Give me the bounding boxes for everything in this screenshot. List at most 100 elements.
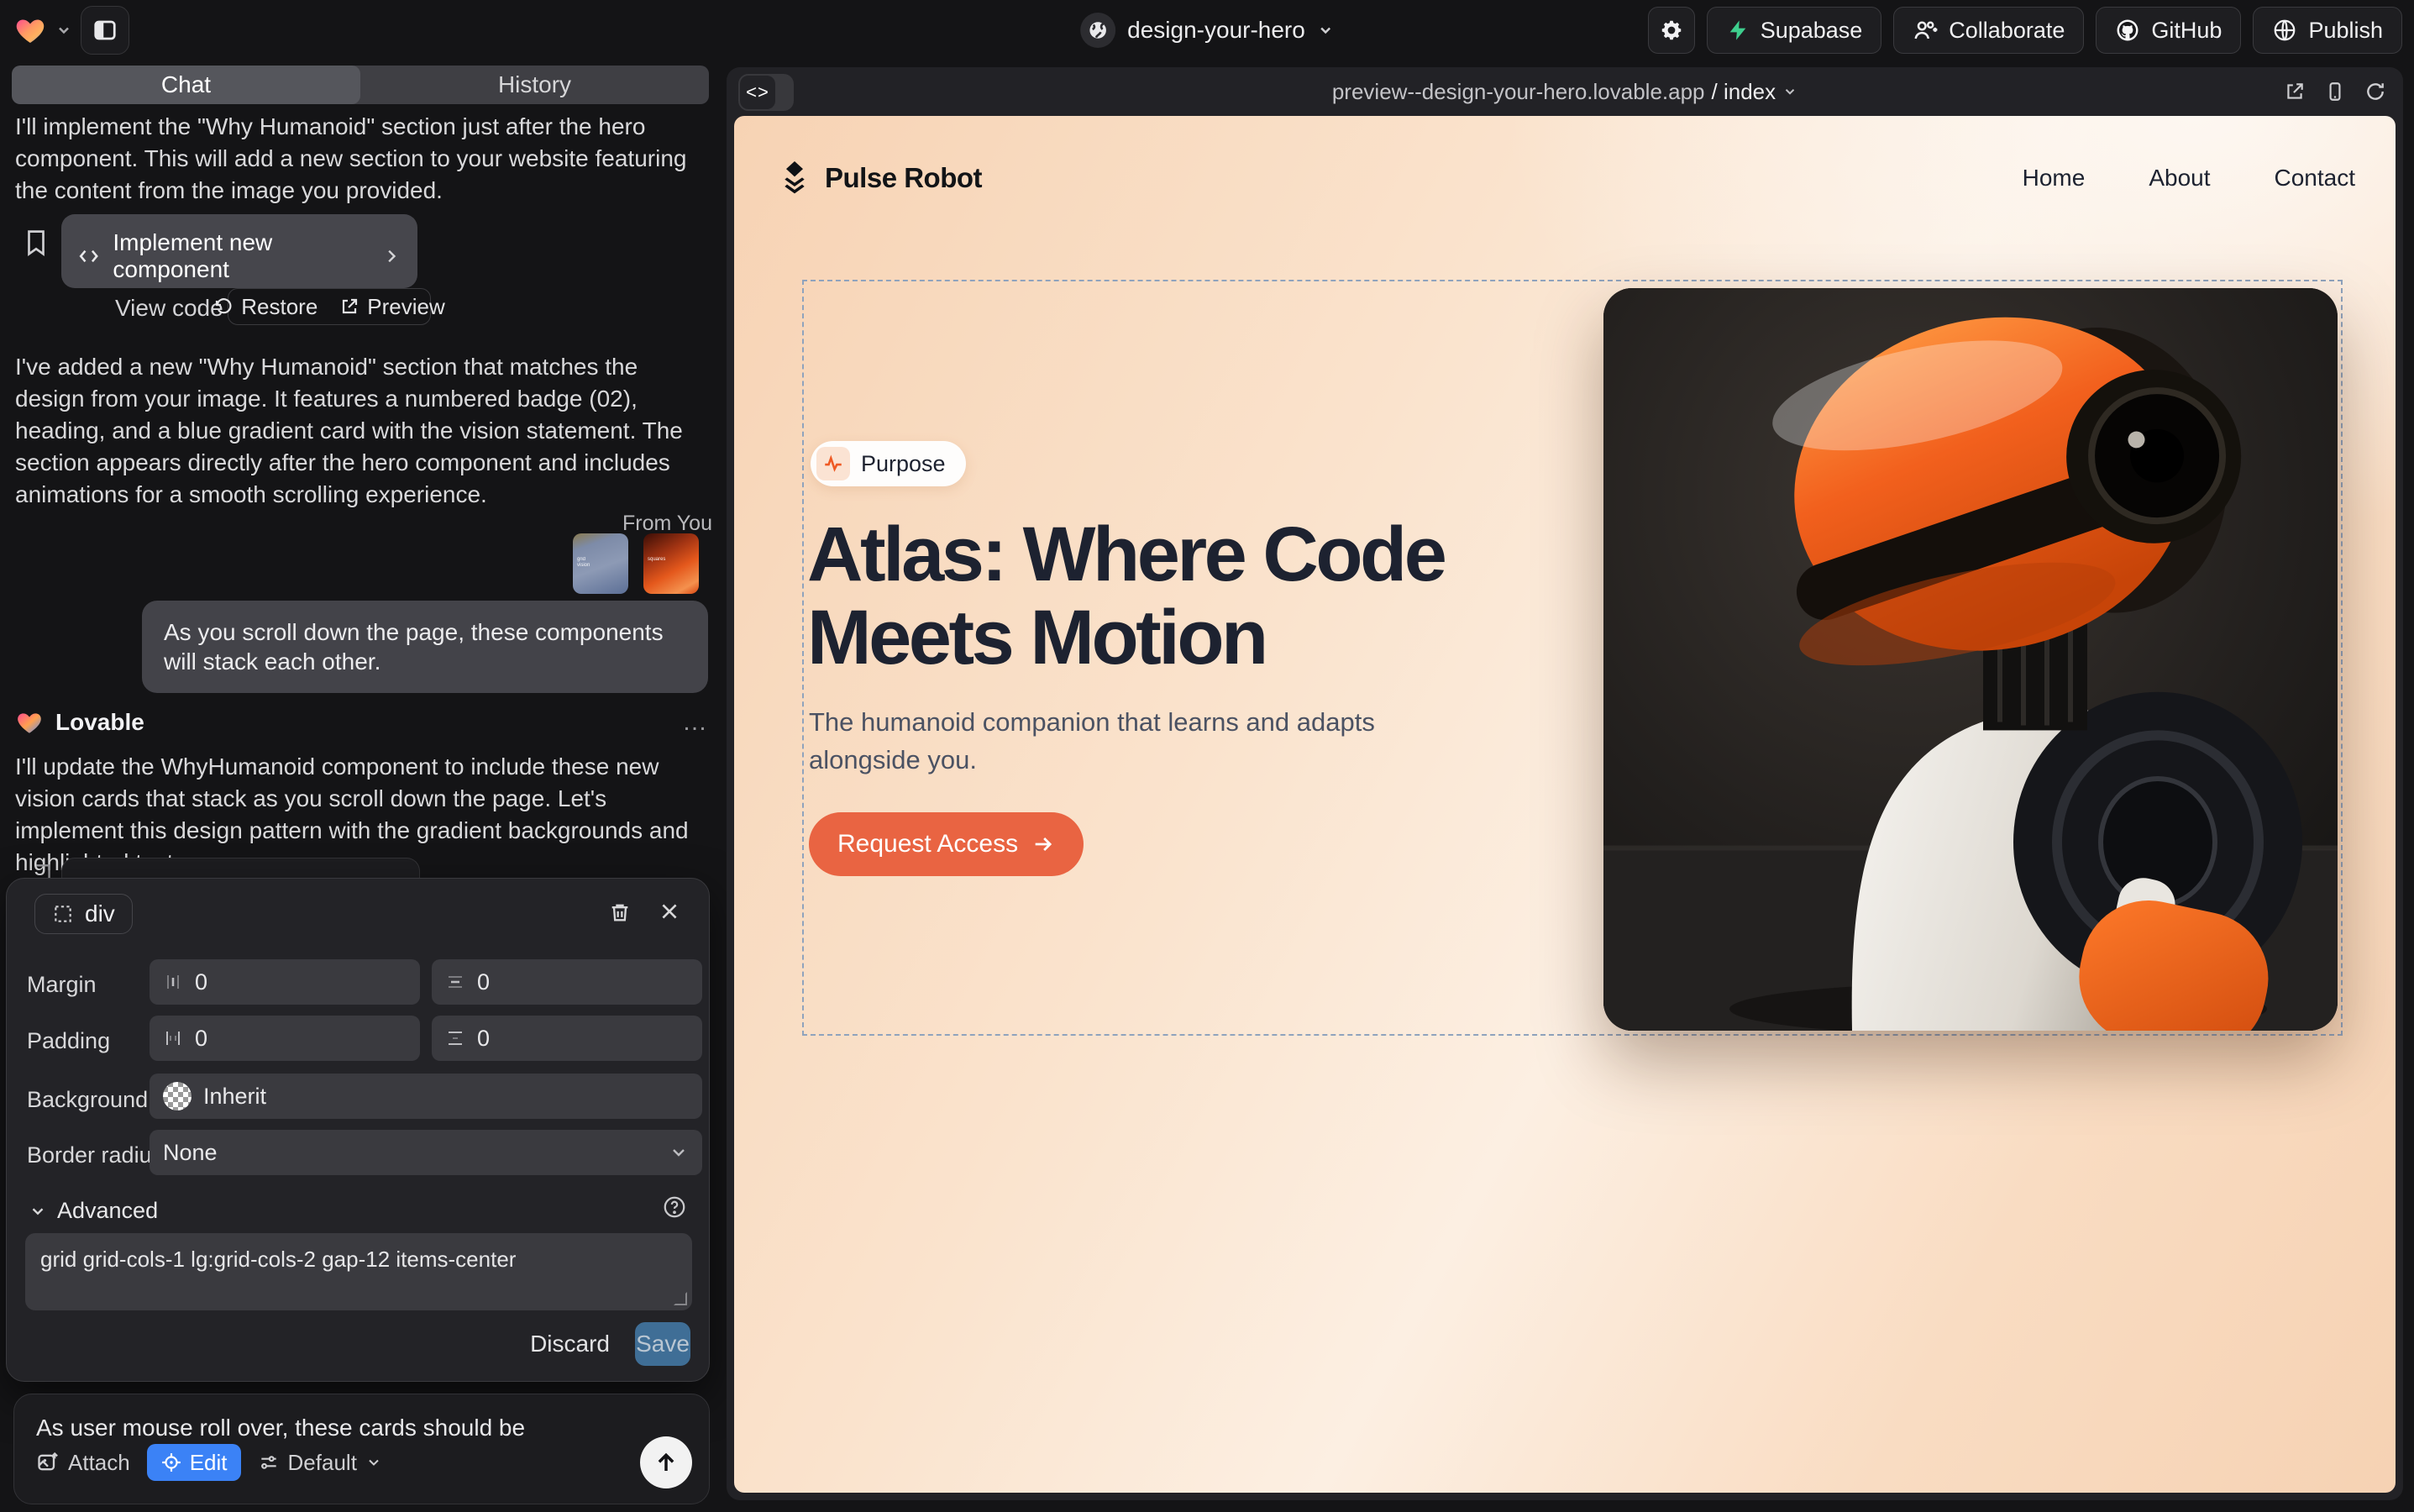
advanced-section-toggle[interactable]: Advanced (29, 1198, 158, 1224)
selection-outline: Purpose Atlas: Where Code Meets Motion T… (802, 280, 2343, 1036)
project-switcher[interactable]: design-your-hero (1080, 0, 1334, 60)
element-inspector-panel: div Margin 0 0 Padding 0 0 Background In… (6, 878, 710, 1382)
tab-chat[interactable]: Chat (12, 66, 360, 104)
nav-contact[interactable]: Contact (2275, 165, 2356, 192)
border-radius-select[interactable]: None (150, 1130, 702, 1175)
layers-diamond-icon (778, 160, 811, 197)
user-message-bubble: As you scroll down the page, these compo… (142, 601, 708, 693)
sliders-icon (258, 1452, 280, 1473)
gear-icon (1659, 18, 1684, 43)
margin-label: Margin (27, 972, 97, 998)
chevron-down-icon (1782, 84, 1797, 99)
project-globe-icon (1080, 13, 1115, 48)
padding-y-input[interactable]: 0 (432, 1016, 702, 1061)
component-change-title: Implement new component (113, 229, 369, 283)
arrow-up-icon (653, 1450, 679, 1475)
bookmark-icon[interactable] (24, 228, 49, 257)
selected-element-chip[interactable]: div (34, 894, 133, 934)
publish-button[interactable]: Publish (2253, 7, 2402, 54)
restore-icon (213, 297, 234, 317)
supabase-icon (1726, 18, 1750, 42)
save-button[interactable]: Save (635, 1322, 690, 1366)
hero-robot-image (1603, 288, 2338, 1031)
sidebar-toggle-button[interactable] (81, 6, 129, 55)
arrow-right-icon (1031, 832, 1055, 856)
mode-select[interactable]: Default (258, 1450, 382, 1476)
resize-handle[interactable] (674, 1292, 687, 1305)
preview-toolbar: <> preview--design-your-hero.lovable.app… (727, 67, 2403, 116)
preview-button[interactable]: Preview (339, 294, 444, 320)
background-swatch (163, 1082, 192, 1110)
target-icon (160, 1452, 182, 1473)
close-panel-button[interactable] (659, 900, 680, 922)
collaborate-icon (1913, 18, 1938, 43)
project-chevron-icon (1317, 22, 1334, 39)
assistant-name: Lovable (55, 709, 144, 736)
send-button[interactable] (640, 1436, 692, 1488)
project-name: design-your-hero (1127, 17, 1305, 44)
padding-label: Padding (27, 1028, 110, 1054)
app-topbar: design-your-hero Supabase Collaborate (0, 0, 2414, 60)
refresh-icon[interactable] (2364, 81, 2386, 102)
request-access-button[interactable]: Request Access (809, 812, 1084, 876)
restore-preview-popover: Restore Preview (228, 288, 431, 325)
publish-globe-icon (2272, 18, 2297, 43)
preview-url[interactable]: preview--design-your-hero.lovable.app / … (727, 67, 2403, 116)
hero-heading: Atlas: Where Code Meets Motion (807, 513, 1504, 680)
assistant-message-2: I've added a new "Why Humanoid" section … (15, 351, 699, 511)
margin-y-icon (445, 972, 465, 992)
padding-x-icon (163, 1028, 183, 1048)
margin-x-input[interactable]: 0 (150, 959, 420, 1005)
chevron-down-icon (29, 1202, 47, 1221)
margin-y-input[interactable]: 0 (432, 959, 702, 1005)
lovable-logo-icon[interactable] (13, 13, 47, 47)
attach-button[interactable]: Attach (36, 1450, 130, 1476)
background-input[interactable]: Inherit (150, 1074, 702, 1119)
preview-pane: <> preview--design-your-hero.lovable.app… (727, 67, 2403, 1500)
lovable-heart-icon (15, 708, 44, 737)
attach-image-icon (36, 1451, 60, 1474)
edit-mode-pill[interactable]: Edit (147, 1444, 241, 1481)
margin-x-icon (163, 972, 183, 992)
padding-y-icon (445, 1028, 465, 1048)
tab-history[interactable]: History (360, 66, 709, 104)
trash-icon (608, 900, 632, 924)
delete-element-button[interactable] (608, 900, 632, 924)
chat-composer[interactable]: As user mouse roll over, these cards sho… (13, 1394, 710, 1504)
mobile-view-icon[interactable] (2324, 81, 2346, 102)
advanced-help-icon[interactable] (662, 1194, 687, 1220)
code-icon (78, 244, 99, 268)
chevron-down-icon (365, 1454, 382, 1471)
chat-history-tabs: Chat History (12, 66, 709, 104)
attachment-thumbnail-2[interactable]: squares (643, 533, 699, 594)
site-canvas: Pulse Robot Home About Contact Purpose A… (734, 116, 2396, 1493)
restore-button[interactable]: Restore (213, 294, 317, 320)
github-icon (2115, 18, 2140, 43)
settings-button[interactable] (1648, 7, 1695, 54)
attachment-thumbnail-1[interactable]: gridvision (573, 533, 628, 594)
workspace-chevron-icon[interactable] (55, 22, 72, 39)
component-change-card[interactable]: Implement new component View code (61, 214, 417, 288)
purpose-badge: Purpose (811, 441, 966, 486)
close-icon (659, 900, 680, 922)
supabase-button[interactable]: Supabase (1707, 7, 1882, 54)
chevron-right-icon (382, 246, 401, 266)
site-logo[interactable]: Pulse Robot (778, 160, 982, 197)
nav-about[interactable]: About (2149, 165, 2210, 192)
open-in-new-tab-icon[interactable] (2284, 81, 2306, 102)
border-radius-label: Border radius (27, 1142, 163, 1168)
chevron-down-icon (669, 1142, 689, 1163)
external-link-icon (339, 297, 359, 317)
nav-home[interactable]: Home (2023, 165, 2086, 192)
dashed-box-icon (52, 903, 74, 925)
from-you-label: From You (0, 512, 712, 536)
classes-textarea[interactable]: grid grid-cols-1 lg:grid-cols-2 gap-12 i… (25, 1233, 692, 1310)
padding-x-input[interactable]: 0 (150, 1016, 420, 1061)
background-label: Background (27, 1087, 148, 1113)
discard-button[interactable]: Discard (530, 1331, 610, 1357)
pulse-icon (816, 447, 850, 480)
assistant-message-1: I'll implement the "Why Humanoid" sectio… (15, 111, 687, 207)
message-options-icon[interactable]: … (682, 708, 709, 737)
github-button[interactable]: GitHub (2096, 7, 2241, 54)
collaborate-button[interactable]: Collaborate (1893, 7, 2084, 54)
